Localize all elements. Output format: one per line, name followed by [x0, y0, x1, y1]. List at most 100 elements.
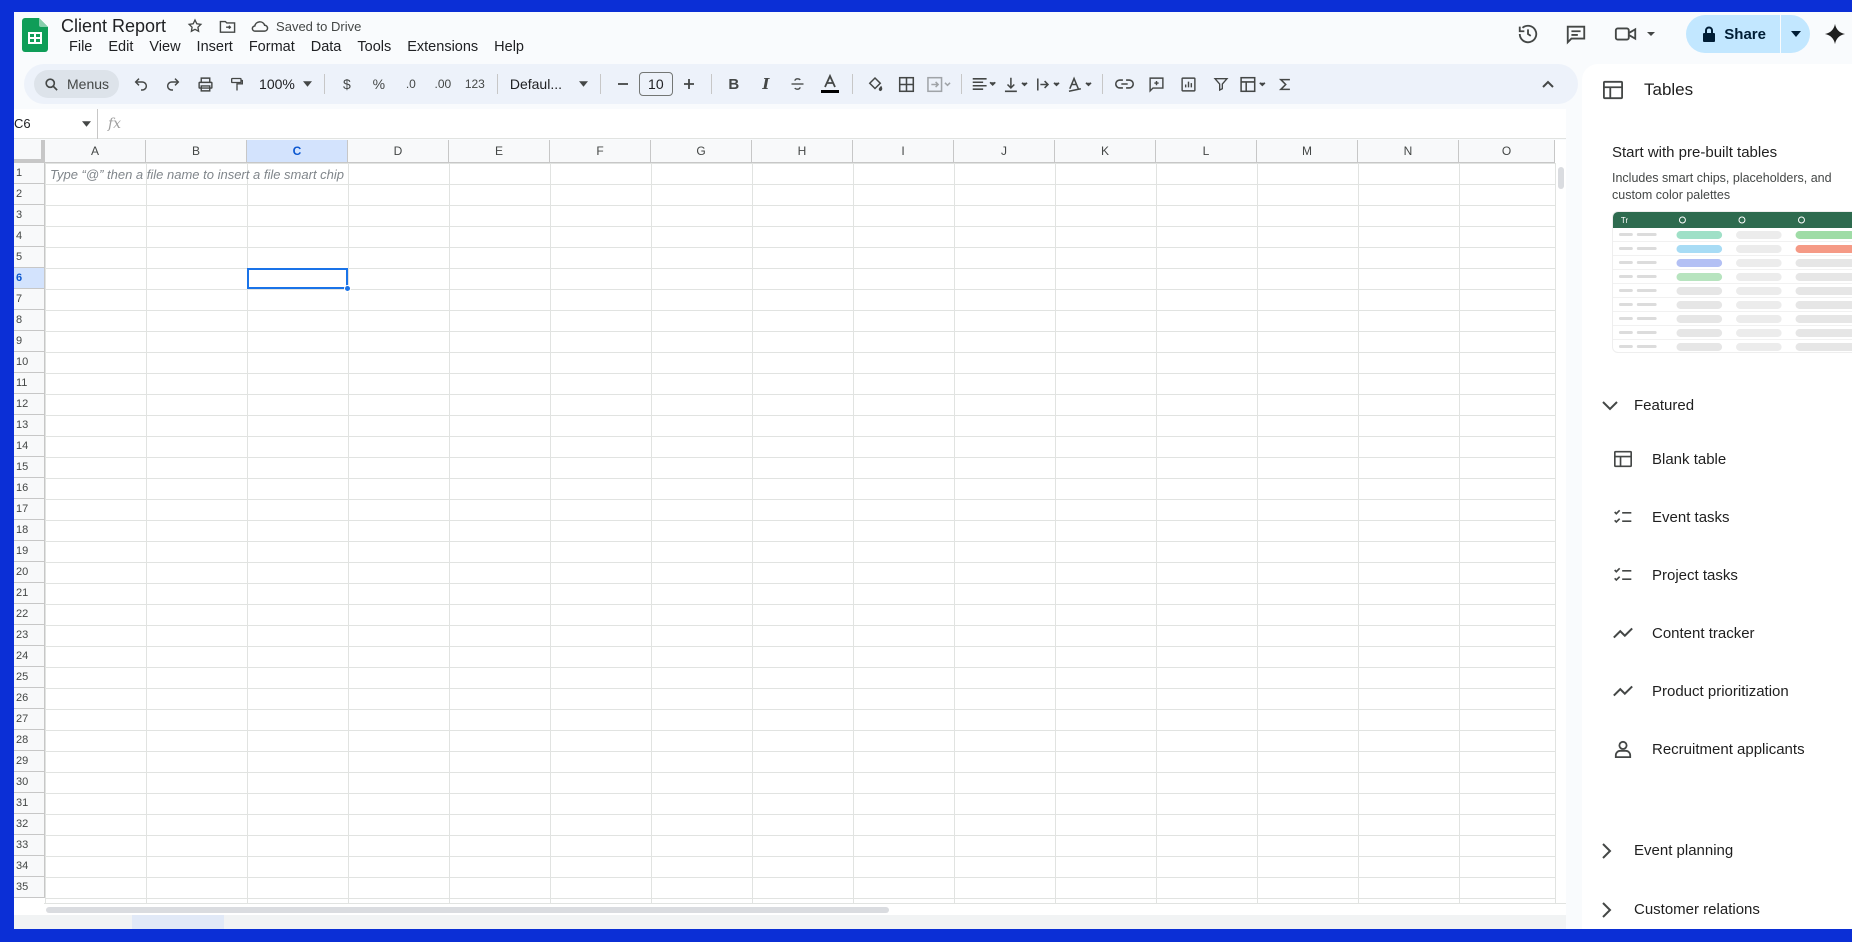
- column-header[interactable]: E: [449, 140, 550, 163]
- column-header[interactable]: L: [1156, 140, 1257, 163]
- row-header[interactable]: 6: [14, 268, 45, 289]
- template-product-prioritization[interactable]: Product prioritization: [1612, 680, 1789, 702]
- strikethrough-icon[interactable]: [784, 70, 812, 98]
- template-project-tasks[interactable]: Project tasks: [1612, 564, 1738, 586]
- table-view-icon[interactable]: [1239, 70, 1267, 98]
- row-header[interactable]: 1: [14, 163, 45, 184]
- menu-edit[interactable]: Edit: [100, 37, 141, 57]
- text-color-icon[interactable]: [816, 70, 844, 98]
- row-header[interactable]: 24: [14, 646, 45, 667]
- row-header[interactable]: 26: [14, 688, 45, 709]
- move-folder-icon[interactable]: [216, 15, 238, 37]
- row-header[interactable]: 27: [14, 709, 45, 730]
- row-header[interactable]: 21: [14, 583, 45, 604]
- selected-cell[interactable]: [247, 268, 348, 289]
- meet-button[interactable]: [1604, 16, 1666, 52]
- column-header[interactable]: J: [954, 140, 1055, 163]
- row-header[interactable]: 8: [14, 310, 45, 331]
- row-header[interactable]: 10: [14, 352, 45, 373]
- row-header[interactable]: 35: [14, 877, 45, 898]
- select-all-corner[interactable]: [14, 140, 45, 163]
- column-header[interactable]: M: [1257, 140, 1358, 163]
- vertical-scroll-thumb[interactable]: [1558, 167, 1564, 189]
- template-content-tracker[interactable]: Content tracker: [1612, 622, 1755, 644]
- row-header[interactable]: 2: [14, 184, 45, 205]
- font-select[interactable]: Defaul...: [504, 76, 594, 92]
- row-header[interactable]: 25: [14, 667, 45, 688]
- share-dropdown[interactable]: [1780, 15, 1810, 53]
- featured-section-toggle[interactable]: Featured: [1602, 397, 1694, 414]
- row-header[interactable]: 16: [14, 478, 45, 499]
- sheet-tab[interactable]: [132, 915, 224, 929]
- functions-icon[interactable]: [1271, 70, 1299, 98]
- document-title[interactable]: Client Report: [61, 16, 166, 37]
- column-header[interactable]: N: [1358, 140, 1459, 163]
- menu-tools[interactable]: Tools: [349, 37, 399, 57]
- text-wrapping-icon[interactable]: [1034, 70, 1062, 98]
- menu-file[interactable]: File: [61, 37, 100, 57]
- redo-icon[interactable]: [159, 70, 187, 98]
- column-header[interactable]: K: [1055, 140, 1156, 163]
- bold-button[interactable]: B: [720, 70, 748, 98]
- table-preview-image[interactable]: Tr: [1612, 211, 1852, 353]
- column-header[interactable]: G: [651, 140, 752, 163]
- sheets-logo-icon[interactable]: [22, 18, 48, 52]
- row-header[interactable]: 30: [14, 772, 45, 793]
- row-header[interactable]: 9: [14, 331, 45, 352]
- row-header[interactable]: 12: [14, 394, 45, 415]
- row-header[interactable]: 29: [14, 751, 45, 772]
- row-header[interactable]: 32: [14, 814, 45, 835]
- horizontal-align-icon[interactable]: [970, 70, 998, 98]
- column-header[interactable]: B: [146, 140, 247, 163]
- customer-relations-section-toggle[interactable]: Customer relations: [1602, 901, 1760, 918]
- menu-extensions[interactable]: Extensions: [399, 37, 486, 57]
- horizontal-scroll-thumb[interactable]: [46, 907, 889, 913]
- template-recruitment-applicants[interactable]: Recruitment applicants: [1612, 738, 1805, 760]
- row-header[interactable]: 31: [14, 793, 45, 814]
- row-header[interactable]: 15: [14, 457, 45, 478]
- text-rotation-icon[interactable]: [1066, 70, 1094, 98]
- italic-button[interactable]: I: [752, 70, 780, 98]
- increase-decimal-button[interactable]: .00: [429, 70, 457, 98]
- column-header[interactable]: A: [45, 140, 146, 163]
- row-header[interactable]: 19: [14, 541, 45, 562]
- share-button[interactable]: Share: [1686, 15, 1780, 53]
- row-header[interactable]: 20: [14, 562, 45, 583]
- horizontal-scrollbar[interactable]: [44, 903, 1566, 915]
- event-planning-section-toggle[interactable]: Event planning: [1602, 842, 1733, 859]
- menu-help[interactable]: Help: [486, 37, 532, 57]
- row-header[interactable]: 18: [14, 520, 45, 541]
- paint-format-icon[interactable]: [223, 70, 251, 98]
- row-header[interactable]: 14: [14, 436, 45, 457]
- column-header[interactable]: O: [1459, 140, 1555, 163]
- cell-area[interactable]: Type “@” then a file name to insert a fi…: [45, 163, 1555, 915]
- borders-icon[interactable]: [893, 70, 921, 98]
- zoom-select[interactable]: 100%: [253, 76, 318, 92]
- fill-handle[interactable]: [344, 285, 351, 292]
- star-icon[interactable]: [184, 15, 206, 37]
- row-header[interactable]: 4: [14, 226, 45, 247]
- collapse-toolbar-icon[interactable]: [1534, 70, 1562, 98]
- row-header[interactable]: 3: [14, 205, 45, 226]
- row-header[interactable]: 23: [14, 625, 45, 646]
- template-event-tasks[interactable]: Event tasks: [1612, 506, 1730, 528]
- row-header[interactable]: 11: [14, 373, 45, 394]
- format-percent-button[interactable]: %: [365, 70, 393, 98]
- filter-icon[interactable]: [1207, 70, 1235, 98]
- menu-insert[interactable]: Insert: [189, 37, 241, 57]
- column-header[interactable]: H: [752, 140, 853, 163]
- template-blank-table[interactable]: Blank table: [1612, 448, 1726, 470]
- row-header[interactable]: 22: [14, 604, 45, 625]
- decrease-font-size-icon[interactable]: [609, 70, 637, 98]
- insert-chart-icon[interactable]: [1175, 70, 1203, 98]
- column-header[interactable]: I: [853, 140, 954, 163]
- fill-color-icon[interactable]: [861, 70, 889, 98]
- comments-icon[interactable]: [1556, 16, 1596, 52]
- menu-data[interactable]: Data: [303, 37, 350, 57]
- number-format-button[interactable]: 123: [461, 70, 489, 98]
- column-header[interactable]: F: [550, 140, 651, 163]
- format-currency-button[interactable]: $: [333, 70, 361, 98]
- row-header[interactable]: 7: [14, 289, 45, 310]
- menu-view[interactable]: View: [141, 37, 188, 57]
- row-header[interactable]: 34: [14, 856, 45, 877]
